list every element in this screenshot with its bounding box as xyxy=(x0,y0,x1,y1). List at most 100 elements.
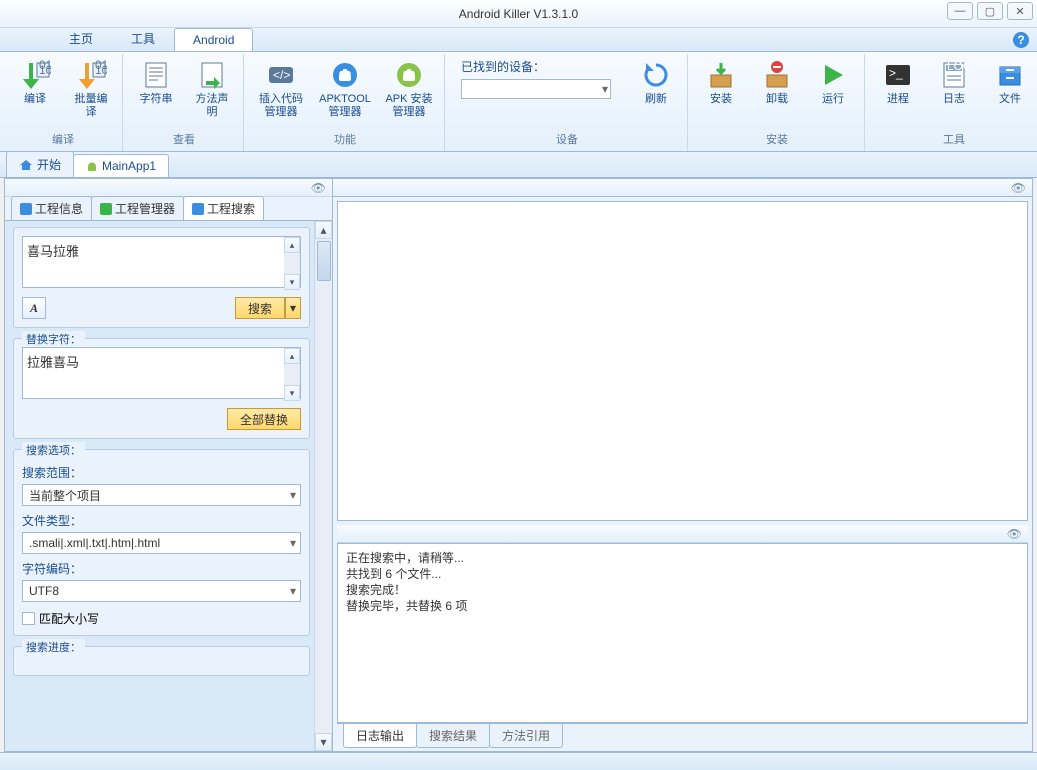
method-decl-button[interactable]: 方法声 明 xyxy=(187,56,237,122)
home-icon xyxy=(19,159,33,171)
search-input[interactable] xyxy=(22,236,301,288)
editor-header: 👁 xyxy=(333,179,1032,197)
doc-tab-start[interactable]: 开始 xyxy=(6,151,74,177)
ribbon-group-tools: >_ 进程 LOG 日志 文件 工具 xyxy=(867,54,1037,151)
pane-header: 👁 xyxy=(5,179,332,197)
play-icon xyxy=(817,59,849,91)
eye-icon[interactable]: 👁 xyxy=(311,181,326,195)
arrow-down-icon: 0110 xyxy=(19,59,51,91)
uninstall-button[interactable]: 卸载 xyxy=(752,56,802,109)
ribbon-group-label: 设备 xyxy=(453,129,681,149)
eye-icon[interactable]: 👁 xyxy=(1011,181,1026,195)
ribbon-group-label: 编译 xyxy=(10,129,116,149)
refresh-icon xyxy=(640,59,672,91)
menu-tabs: 主页 工具 Android ? xyxy=(0,28,1037,52)
encoding-label: 字符编码： xyxy=(22,560,301,577)
left-pane: 👁 工程信息 工程管理器 工程搜索 ▴▾ xyxy=(5,179,333,751)
svg-text:10: 10 xyxy=(39,63,51,77)
editor-area[interactable] xyxy=(337,201,1028,521)
filetype-combo[interactable]: .smali|.xml|.txt|.htm|.html▾ xyxy=(22,532,301,554)
font-button[interactable]: A xyxy=(22,297,46,319)
tab-project-info[interactable]: 工程信息 xyxy=(11,196,92,220)
bottom-tab-log[interactable]: 日志输出 xyxy=(343,724,417,748)
ribbon-group-function: </> 插入代码 管理器 APKTOOL 管理器 APK 安装 管理器 功能 xyxy=(246,54,445,151)
replace-input[interactable] xyxy=(22,347,301,399)
insert-code-button[interactable]: </> 插入代码 管理器 xyxy=(252,56,310,122)
svg-text:>_: >_ xyxy=(889,66,903,80)
left-scrollbar[interactable]: ▴ ▾ xyxy=(314,221,332,751)
strings-button[interactable]: 字符串 xyxy=(131,56,181,109)
menu-tab-android[interactable]: Android xyxy=(174,28,253,51)
bottom-tab-results[interactable]: 搜索结果 xyxy=(416,724,490,748)
process-button[interactable]: >_ 进程 xyxy=(873,56,923,109)
main-area: 👁 工程信息 工程管理器 工程搜索 ▴▾ xyxy=(4,178,1033,752)
refresh-button[interactable]: 刷新 xyxy=(631,56,681,109)
box-down-icon xyxy=(705,59,737,91)
eye-icon[interactable]: 👁 xyxy=(1007,527,1022,541)
ribbon-group-label: 功能 xyxy=(252,129,438,149)
install-button[interactable]: 安装 xyxy=(696,56,746,109)
search-group: ▴▾ A 搜索 ▾ xyxy=(13,227,310,328)
ribbon-group-label: 安装 xyxy=(696,129,858,149)
status-bar xyxy=(0,752,1037,770)
maximize-button[interactable]: ▢ xyxy=(977,2,1003,20)
left-content: ▴▾ A 搜索 ▾ 替换字符： ▴▾ xyxy=(5,221,332,751)
scope-label: 搜索范围： xyxy=(22,464,301,481)
help-icon[interactable]: ? xyxy=(1013,32,1029,48)
apk-install-mgr-button[interactable]: APK 安装 管理器 xyxy=(380,56,438,122)
android-green-icon xyxy=(393,59,425,91)
close-button[interactable]: ✕ xyxy=(1007,2,1033,20)
tab-project-manager[interactable]: 工程管理器 xyxy=(91,196,184,220)
device-field: 已找到的设备： ▾ xyxy=(453,56,619,101)
window-title: Android Killer V1.3.1.0 xyxy=(459,7,578,21)
replace-legend: 替换字符： xyxy=(22,331,85,347)
ribbon-group-compile: 0110 编译 0110 批量编 译 编译 xyxy=(4,54,123,151)
arrow-down-batch-icon: 0110 xyxy=(75,59,107,91)
ribbon: 0110 编译 0110 批量编 译 编译 字符串 方法声 明 查看 xyxy=(0,52,1037,152)
apktool-button[interactable]: APKTOOL 管理器 xyxy=(316,56,374,122)
scope-combo[interactable]: 当前整个项目▾ xyxy=(22,484,301,506)
ribbon-group-label: 工具 xyxy=(873,129,1035,149)
info-icon xyxy=(20,203,32,215)
menu-tab-tools[interactable]: 工具 xyxy=(112,25,174,51)
svg-text:10: 10 xyxy=(95,63,107,77)
search-tab-icon xyxy=(192,203,204,215)
android-blue-icon xyxy=(329,59,361,91)
minimize-button[interactable]: — xyxy=(947,2,973,20)
bottom-tab-refs[interactable]: 方法引用 xyxy=(489,724,563,748)
batch-compile-button[interactable]: 0110 批量编 译 xyxy=(66,56,116,122)
compile-button[interactable]: 0110 编译 xyxy=(10,56,60,109)
ribbon-group-device: 已找到的设备： ▾ 刷新 设备 xyxy=(447,54,688,151)
log-header: 👁 xyxy=(337,525,1028,543)
options-group: 搜索选项： 搜索范围： 当前整个项目▾ 文件类型： .smali|.xml|.t… xyxy=(13,449,310,636)
drawer-icon xyxy=(994,59,1026,91)
log-page-icon: LOG xyxy=(938,59,970,91)
doc-tab-mainapp1[interactable]: MainApp1 xyxy=(73,154,169,177)
replace-all-button[interactable]: 全部替换 xyxy=(227,408,301,430)
progress-group: 搜索进度： xyxy=(13,646,310,676)
code-brackets-icon: </> xyxy=(265,59,297,91)
run-button[interactable]: 运行 xyxy=(808,56,858,109)
page-arrow-icon xyxy=(196,59,228,91)
svg-text:</>: </> xyxy=(273,68,290,82)
search-button[interactable]: 搜索 xyxy=(235,297,285,319)
progress-legend: 搜索进度： xyxy=(22,639,85,655)
ribbon-group-label: 查看 xyxy=(131,129,237,149)
textarea-scrollbar[interactable]: ▴▾ xyxy=(284,348,300,401)
right-pane: 👁 👁 正在搜索中，请稍等... 共找到 6 个文件... 搜索完成！ 替换完毕… xyxy=(333,179,1032,751)
search-dropdown-button[interactable]: ▾ xyxy=(285,297,301,319)
replace-group: 替换字符： ▴▾ 全部替换 xyxy=(13,338,310,439)
match-case-checkbox[interactable] xyxy=(22,612,35,625)
menu-tab-home[interactable]: 主页 xyxy=(50,25,112,51)
tab-project-search[interactable]: 工程搜索 xyxy=(183,196,264,220)
textarea-scrollbar[interactable]: ▴▾ xyxy=(284,237,300,290)
log-output[interactable]: 正在搜索中，请稍等... 共找到 6 个文件... 搜索完成！ 替换完毕，共替换… xyxy=(337,543,1028,723)
encoding-combo[interactable]: UTF8▾ xyxy=(22,580,301,602)
ribbon-group-install: 安装 卸载 运行 安装 xyxy=(690,54,865,151)
terminal-icon: >_ xyxy=(882,59,914,91)
ribbon-group-view: 字符串 方法声 明 查看 xyxy=(125,54,244,151)
log-button[interactable]: LOG 日志 xyxy=(929,56,979,109)
files-button[interactable]: 文件 xyxy=(985,56,1035,109)
device-label: 已找到的设备： xyxy=(461,58,611,75)
device-combo[interactable]: ▾ xyxy=(461,79,611,99)
